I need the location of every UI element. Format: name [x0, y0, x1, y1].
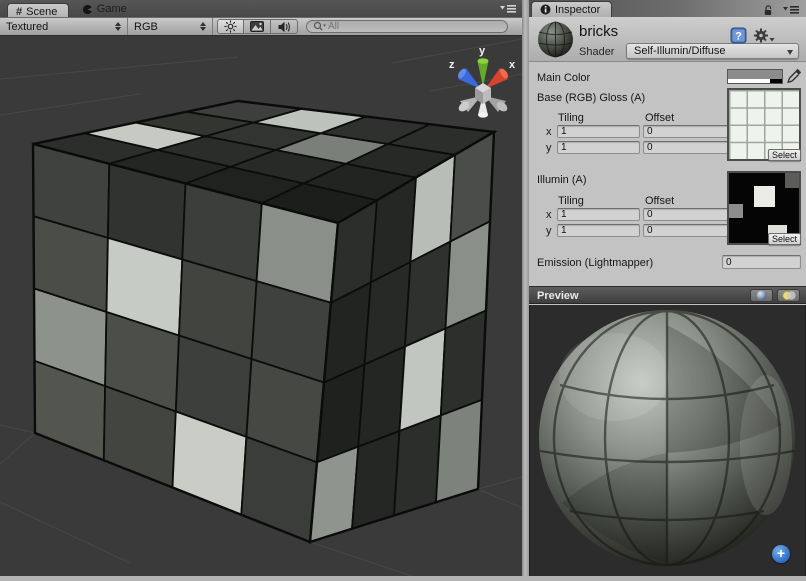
illumin-texture-select-button[interactable]: Select	[768, 233, 801, 245]
preview-mesh-button[interactable]	[750, 289, 773, 302]
scene-panel-menu-icon[interactable]	[500, 4, 516, 13]
emission-input[interactable]	[722, 255, 801, 269]
updown-arrows-icon	[194, 22, 206, 31]
illumin-texture-label: Illumin (A)	[537, 174, 587, 186]
gizmo-y-axis[interactable]	[478, 58, 489, 87]
color-mode-dropdown[interactable]: RGB	[128, 18, 213, 35]
cube-face-right-tile	[436, 400, 482, 503]
tab-game[interactable]: Game	[74, 1, 138, 17]
speaker-icon	[278, 21, 291, 33]
alpha-bar	[728, 79, 782, 83]
illumin-offset-y-input[interactable]	[643, 224, 729, 237]
illumin-thumb-square	[729, 204, 743, 218]
base-y-label: y	[546, 142, 552, 154]
window-bottom-edge	[0, 576, 806, 581]
gizmo-y-label: y	[479, 45, 486, 57]
base-offset-x-input[interactable]	[643, 125, 729, 138]
scene-panel: # Scene Game Textured RGB	[0, 0, 522, 576]
base-tiling-x-input[interactable]	[557, 125, 640, 138]
scene-search-field[interactable]	[306, 20, 508, 33]
illumin-thumb-square	[785, 173, 800, 188]
illumin-offset-label: Offset	[645, 195, 674, 207]
gizmo-z-label: z	[449, 59, 455, 71]
tab-game-label: Game	[97, 3, 127, 15]
unity-editor-window: # Scene Game Textured RGB	[0, 0, 806, 581]
scene-viewport[interactable]: y x z	[0, 36, 522, 576]
inspector-menu-icon[interactable]	[783, 5, 799, 14]
main-color-swatch[interactable]	[727, 69, 783, 84]
material-thumbnail-sphere[interactable]	[537, 21, 574, 58]
inspector-tabstrip: Inspector	[529, 0, 806, 17]
illumin-x-label: x	[546, 209, 552, 221]
preview-area[interactable]: +	[529, 305, 806, 576]
textured-cube[interactable]	[33, 101, 494, 542]
cube-face-right-tile	[394, 415, 441, 515]
illumin-offset-x-input[interactable]	[643, 208, 729, 221]
gizmo-x-axis[interactable]	[485, 67, 510, 89]
panel-divider[interactable]	[522, 0, 529, 576]
scene-tabstrip: # Scene Game	[0, 0, 522, 17]
orientation-gizmo[interactable]: y x z	[449, 45, 516, 118]
preview-header[interactable]: Preview	[529, 286, 806, 304]
tab-inspector-label: Inspector	[555, 4, 600, 16]
svg-text:?: ?	[735, 31, 742, 43]
search-input[interactable]	[328, 21, 501, 32]
search-icon	[313, 21, 326, 32]
base-texture-label: Base (RGB) Gloss (A)	[537, 92, 645, 104]
image-icon	[250, 21, 264, 32]
scene-grid-icon: #	[16, 6, 22, 18]
eyedropper-icon[interactable]	[787, 68, 802, 89]
emission-label: Emission (Lightmapper)	[537, 257, 653, 269]
sphere-icon	[756, 290, 767, 301]
color-mode-value: RGB	[134, 21, 158, 33]
illumin-tiling-y-input[interactable]	[557, 224, 640, 237]
cube-face-right-tile	[352, 431, 400, 529]
help-icon[interactable]: ?	[730, 27, 747, 49]
preview-lighting-button[interactable]	[777, 289, 800, 302]
chevron-down-icon	[787, 50, 793, 55]
shader-dropdown-value: Self-Illumin/Diffuse	[634, 45, 726, 57]
shader-label: Shader	[579, 46, 614, 58]
base-offset-y-input[interactable]	[643, 141, 729, 154]
base-x-label: x	[546, 126, 552, 138]
illumin-thumb-square	[754, 186, 775, 207]
inspector-panel: Inspector	[529, 0, 806, 576]
tab-inspector[interactable]: Inspector	[531, 1, 612, 17]
render-mode-value: Textured	[6, 21, 48, 33]
audio-toggle-button[interactable]	[271, 19, 298, 34]
main-color-label: Main Color	[537, 72, 590, 84]
material-header: bricks Shader Self-Illumin/Diffuse ?	[529, 17, 806, 62]
base-tiling-y-input[interactable]	[557, 141, 640, 154]
info-icon	[540, 4, 551, 15]
preview-sphere	[530, 305, 805, 576]
gear-icon[interactable]	[753, 27, 775, 49]
scene-toolbar: Textured RGB	[0, 17, 522, 36]
illumin-y-label: y	[546, 225, 552, 237]
tab-scene-label: Scene	[26, 6, 57, 18]
scene-toggle-group	[217, 19, 298, 34]
sun-icon	[224, 20, 237, 33]
render-paths-toggle-button[interactable]	[244, 19, 271, 34]
illumin-tiling-x-input[interactable]	[557, 208, 640, 221]
lighting-toggle-icon	[781, 290, 797, 301]
add-preview-button[interactable]: +	[772, 545, 790, 563]
base-texture-select-button[interactable]: Select	[768, 149, 801, 161]
base-tiling-label: Tiling	[558, 112, 584, 124]
preview-title: Preview	[537, 290, 579, 302]
render-mode-dropdown[interactable]: Textured	[0, 18, 128, 35]
updown-arrows-icon	[109, 22, 121, 31]
illumin-tiling-label: Tiling	[558, 195, 584, 207]
material-name: bricks	[579, 23, 618, 40]
gizmo-x-label: x	[509, 59, 516, 71]
base-offset-label: Offset	[645, 112, 674, 124]
game-icon	[82, 4, 93, 15]
lighting-toggle-button[interactable]	[217, 19, 244, 34]
